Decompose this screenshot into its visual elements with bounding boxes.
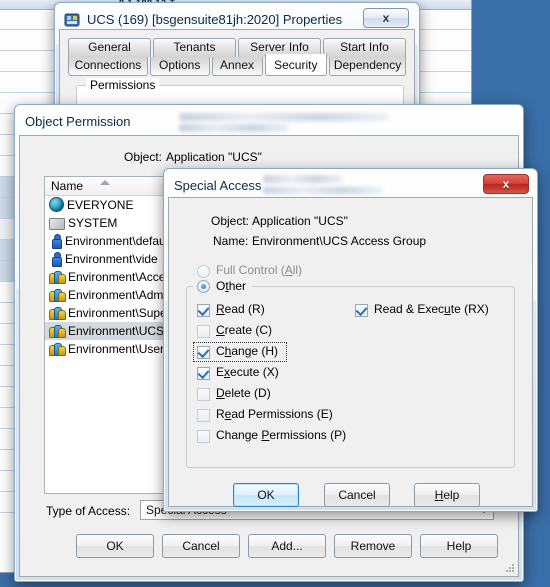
radio-full-control-label: Full Control (All)	[216, 263, 303, 277]
special-access-title: Special Access	[174, 178, 262, 193]
app-properties-icon	[64, 13, 80, 27]
ucs-tab-row-1[interactable]: General Tenants Server Info Start Info	[68, 38, 408, 57]
checkbox-read-permissions[interactable]	[197, 409, 210, 422]
object-label: Object:	[124, 150, 163, 164]
redacted-title-text-2	[263, 187, 383, 194]
list-item-label: Environment\vide	[65, 252, 158, 266]
tab-connections[interactable]: Connections	[68, 57, 148, 76]
objperm-cancel-button[interactable]: Cancel	[162, 534, 240, 558]
ucs-properties-window[interactable]: UCS (169) [bsgensuite81jh:2020] Properti…	[54, 2, 420, 411]
list-item-label: SYSTEM	[68, 216, 118, 230]
sa-name-label: Name:	[213, 234, 249, 248]
group-icon	[49, 288, 66, 302]
checkbox-delete[interactable]	[197, 388, 210, 401]
sa-object-label: Object:	[211, 214, 250, 228]
group-icon	[49, 324, 66, 338]
checkbox-change-label: Change (H)	[216, 344, 279, 358]
checkbox-execute[interactable]	[197, 367, 210, 380]
user-icon	[49, 234, 62, 249]
redacted-title-text	[179, 113, 389, 121]
radio-full-control[interactable]	[197, 265, 210, 278]
group-icon	[49, 270, 66, 284]
checkbox-execute-label: Execute (X)	[216, 365, 279, 379]
object-permission-title: Object Permission	[25, 114, 131, 129]
objperm-ok-button[interactable]: OK	[76, 534, 154, 558]
tab-general[interactable]: General	[68, 38, 151, 57]
ucs-close-button[interactable]: x	[363, 8, 409, 28]
checkbox-read[interactable]	[197, 304, 210, 317]
list-item-label: Environment\Access	[68, 270, 178, 284]
type-of-access-label: Type of Access:	[46, 504, 131, 518]
checkbox-change-permissions-label: Change Permissions (P)	[216, 428, 347, 442]
list-column-header-label: Name	[51, 179, 84, 193]
checkbox-change-permissions[interactable]	[197, 430, 210, 443]
special-access-help-button[interactable]: Help	[414, 483, 480, 507]
special-access-titlebar[interactable]: Special Access x	[168, 173, 533, 199]
other-group-header[interactable]: Other	[193, 279, 253, 293]
chip-icon	[49, 218, 65, 230]
ucs-tab-row-2[interactable]: Connections Options Annex Security Depen…	[68, 54, 408, 76]
checkbox-delete-label: Delete (D)	[216, 386, 271, 400]
redacted-title-text-2	[179, 124, 289, 132]
redacted-title-text	[263, 175, 343, 183]
group-icon	[49, 342, 66, 356]
tab-dependency[interactable]: Dependency	[329, 57, 407, 76]
checkbox-create-label: Create (C)	[216, 323, 273, 337]
user-icon	[49, 252, 62, 267]
globe-icon	[49, 197, 64, 212]
permissions-group-label: Permissions	[86, 78, 160, 92]
checkbox-create[interactable]	[197, 325, 210, 338]
resize-grip-icon[interactable]	[504, 562, 516, 574]
checkbox-read-execute-label: Read & Execute (RX)	[374, 302, 489, 316]
list-item-label: EVERYONE	[67, 198, 134, 212]
ucs-tabstrip[interactable]: General Tenants Server Info Start Info C…	[68, 38, 408, 76]
tab-start-info[interactable]: Start Info	[323, 38, 406, 57]
special-access-close-button[interactable]: x	[483, 174, 529, 194]
checkbox-read-permissions-label: Read Permissions (E)	[216, 407, 333, 421]
special-access-cancel-button[interactable]: Cancel	[324, 483, 390, 507]
sa-name-value: Environment\UCS Access Group	[252, 234, 427, 248]
group-icon	[49, 306, 66, 320]
tab-tenants[interactable]: Tenants	[153, 38, 236, 57]
checkbox-change[interactable]	[197, 346, 210, 359]
checkbox-read-execute[interactable]	[355, 304, 368, 317]
sa-object-value: Application "UCS"	[252, 214, 348, 228]
object-value: Application "UCS"	[166, 150, 262, 164]
objperm-add-button[interactable]: Add...	[248, 534, 326, 558]
list-item-label: Environment\Users	[68, 342, 171, 356]
sort-ascending-icon	[100, 180, 110, 185]
object-permission-titlebar[interactable]: Object Permission	[19, 109, 519, 135]
objperm-remove-button[interactable]: Remove	[334, 534, 412, 558]
special-access-ok-button[interactable]: OK	[233, 483, 299, 507]
tab-annex[interactable]: Annex	[211, 57, 263, 76]
special-access-body: Object: Application "UCS" Name: Environm…	[168, 197, 533, 507]
objperm-help-button[interactable]: Help	[420, 534, 498, 558]
tab-security[interactable]: Security	[264, 54, 328, 76]
checkbox-read-label: Read (R)	[216, 302, 265, 316]
radio-other[interactable]	[197, 280, 210, 293]
special-access-window[interactable]: Special Access x Object: Application "UC…	[163, 168, 538, 512]
list-item-label: Environment\default	[65, 234, 172, 248]
tab-options[interactable]: Options	[149, 57, 210, 76]
